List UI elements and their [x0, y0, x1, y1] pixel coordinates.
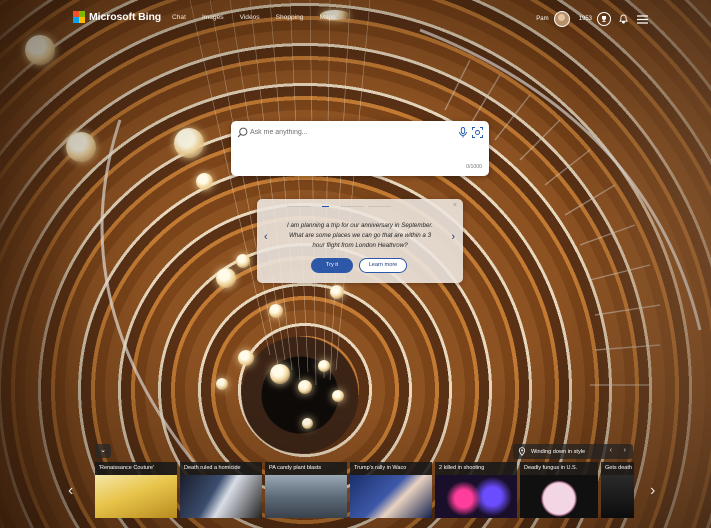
- next-image-icon[interactable]: ›: [624, 447, 626, 454]
- news-tile-image: [95, 475, 177, 518]
- carousel-dot-active[interactable]: [322, 206, 329, 208]
- top-header: Microsoft Bing Chat Images Videos Shoppi…: [0, 0, 711, 36]
- news-tile-title: 'Renaissance Couture': [95, 462, 177, 475]
- bing-logo[interactable]: Microsoft Bing: [73, 11, 161, 23]
- news-tile-title: PA candy plant blasts: [265, 462, 347, 475]
- suggestion-text: I am planning a trip for our anniversary…: [287, 222, 433, 249]
- news-tile-image: [350, 475, 432, 518]
- top-nav: Chat Images Videos Shopping Maps: [172, 14, 336, 21]
- feed-next-icon[interactable]: ›: [650, 482, 655, 500]
- brand-name: Microsoft Bing: [89, 11, 162, 23]
- character-count: 0/1000: [466, 164, 482, 170]
- nav-shopping[interactable]: Shopping: [276, 14, 304, 21]
- news-tile-image: [520, 475, 598, 518]
- nav-videos[interactable]: Videos: [240, 14, 260, 21]
- search-icon: [237, 127, 248, 138]
- chevron-right-icon[interactable]: ›: [451, 231, 455, 243]
- news-tile-image: [265, 475, 347, 518]
- news-tile[interactable]: Deadly fungus in U.S.: [520, 462, 598, 518]
- nav-maps[interactable]: Maps: [319, 14, 335, 21]
- news-tile-title: Trump's rally in Waco: [350, 462, 432, 475]
- news-tile-image: [435, 475, 517, 518]
- news-tile-title: Gets death: [601, 462, 634, 475]
- nav-images[interactable]: Images: [202, 14, 224, 21]
- search-box[interactable]: 0/1000: [231, 121, 489, 176]
- news-tile[interactable]: Death ruled a homicide: [180, 462, 262, 518]
- nav-chat[interactable]: Chat: [172, 14, 186, 21]
- chat-suggestion-card: × ‹ I am planning a trip for our anniver…: [257, 199, 463, 283]
- carousel-dot[interactable]: [368, 206, 391, 208]
- image-title: Winding down in style: [531, 448, 586, 455]
- news-tile[interactable]: 2 killed in shooting: [435, 462, 517, 518]
- carousel-indicator: [287, 206, 391, 208]
- news-tile-title: Deadly fungus in U.S.: [520, 462, 598, 475]
- news-tile[interactable]: 'Renaissance Couture': [95, 462, 177, 518]
- news-tile-image: [601, 475, 634, 518]
- carousel-dot[interactable]: [287, 206, 310, 208]
- close-icon[interactable]: ×: [453, 202, 457, 209]
- try-it-button[interactable]: Try it: [311, 258, 353, 273]
- notification-bell-icon[interactable]: [616, 12, 630, 26]
- news-tile-title: 2 killed in shooting: [435, 462, 517, 475]
- learn-more-button[interactable]: Learn more: [359, 258, 407, 273]
- chevron-left-icon[interactable]: ‹: [264, 231, 268, 243]
- news-tile-image: [180, 475, 262, 518]
- microphone-icon[interactable]: [458, 127, 468, 138]
- hamburger-menu-icon[interactable]: [635, 12, 649, 26]
- visual-search-camera-icon[interactable]: [472, 127, 483, 138]
- search-input[interactable]: [250, 126, 450, 138]
- avatar[interactable]: [553, 11, 570, 27]
- news-tile[interactable]: Gets death: [601, 462, 634, 518]
- news-tile[interactable]: Trump's rally in Waco: [350, 462, 432, 518]
- microsoft-logo-icon: [73, 11, 85, 23]
- user-area: Pam 1953: [536, 11, 649, 27]
- user-name[interactable]: Pam: [536, 16, 548, 22]
- image-of-the-day-info[interactable]: Winding down in style ‹ ›: [513, 444, 633, 459]
- rewards-trophy-icon[interactable]: [597, 12, 611, 26]
- carousel-dot[interactable]: [341, 206, 364, 208]
- news-tile-title: Death ruled a homicide: [180, 462, 262, 475]
- collapse-feed-button[interactable]: ⌄: [95, 444, 111, 458]
- news-tile[interactable]: PA candy plant blasts: [265, 462, 347, 518]
- reward-points[interactable]: 1953: [579, 16, 592, 22]
- previous-image-icon[interactable]: ‹: [610, 447, 612, 454]
- feed-previous-icon[interactable]: ‹: [68, 482, 73, 500]
- location-pin-icon: [518, 447, 526, 456]
